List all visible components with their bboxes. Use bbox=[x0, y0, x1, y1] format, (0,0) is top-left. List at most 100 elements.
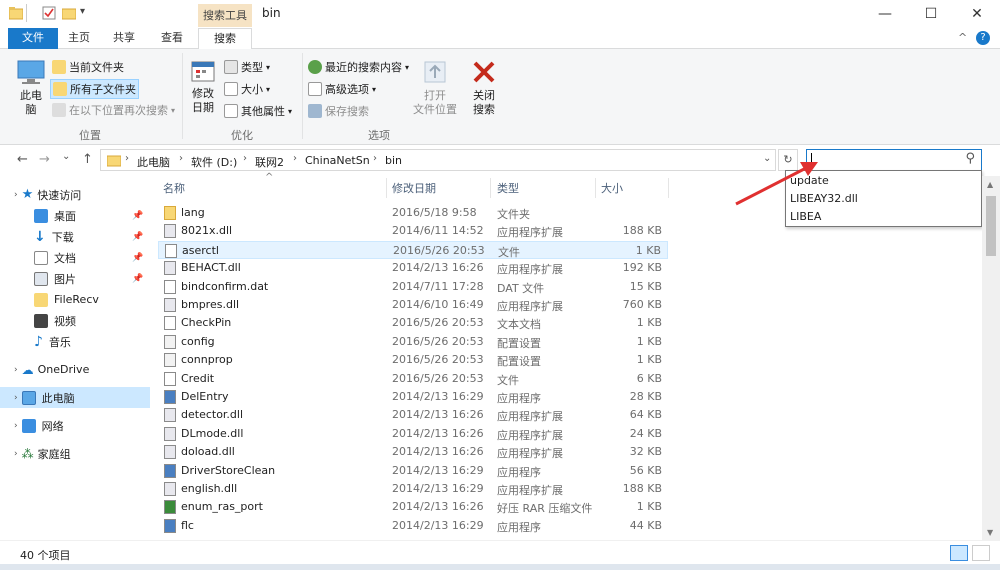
file-row[interactable]: lang 2016/5/18 9:58 文件夹 bbox=[158, 204, 668, 222]
options-group-label: 选项 bbox=[368, 129, 390, 142]
file-row[interactable]: doload.dll 2014/2/13 16:26 应用程序扩展 32 KB bbox=[158, 443, 668, 461]
file-row[interactable]: 8021x.dll 2014/6/11 14:52 应用程序扩展 188 KB bbox=[158, 222, 668, 240]
save-search-button[interactable]: 保存搜索 bbox=[308, 103, 369, 119]
file-row[interactable]: detector.dll 2014/2/13 16:26 应用程序扩展 64 KB bbox=[158, 406, 668, 424]
file-row[interactable]: Credit 2016/5/26 20:53 文件 6 KB bbox=[158, 370, 668, 388]
column-header-size[interactable]: 大小 bbox=[601, 180, 623, 196]
navigation-pane: › ★ 快速访问 桌面 📌 ↓ 下载 📌 文档 📌 图片 📌 FileRecv … bbox=[0, 176, 152, 540]
pin-icon[interactable]: 📌 bbox=[132, 232, 143, 242]
sidebar-item-music[interactable]: ♪ 音乐 bbox=[0, 331, 150, 352]
breadcrumb-drive[interactable]: 软件 (D:) bbox=[191, 154, 237, 170]
current-folder-button[interactable]: 当前文件夹 bbox=[52, 59, 124, 75]
sidebar-item-documents[interactable]: 文档 📌 bbox=[0, 247, 150, 268]
sidebar-item-homegroup[interactable]: › ⁂ 家庭组 bbox=[0, 443, 150, 464]
tab-search[interactable]: 搜索 bbox=[198, 28, 252, 50]
file-type: 应用程序扩展 bbox=[497, 226, 563, 240]
search-again-icon bbox=[52, 103, 66, 117]
sidebar-item-desktop[interactable]: 桌面 📌 bbox=[0, 205, 150, 226]
close-button[interactable]: ✕ bbox=[954, 0, 1000, 28]
scroll-up-icon[interactable]: ▲ bbox=[987, 180, 993, 189]
up-button[interactable]: ↑ bbox=[82, 152, 93, 167]
scroll-down-icon[interactable]: ▼ bbox=[987, 528, 993, 537]
file-date: 2016/5/26 20:53 bbox=[392, 371, 484, 385]
all-subfolders-label: 所有子文件夹 bbox=[70, 83, 136, 96]
kind-button[interactable]: 类型 ▾ bbox=[224, 59, 270, 75]
breadcrumb-this-pc[interactable]: 此电脑 bbox=[137, 154, 170, 170]
search-icon[interactable]: ⚲ bbox=[965, 151, 975, 166]
file-row[interactable]: BEHACT.dll 2014/2/13 16:26 应用程序扩展 192 KB bbox=[158, 259, 668, 277]
open-file-location-button[interactable]: 打开 文件位置 bbox=[412, 59, 458, 117]
details-view-icon[interactable] bbox=[950, 545, 968, 561]
close-search-button[interactable]: 关闭 搜索 bbox=[466, 59, 502, 117]
column-divider[interactable] bbox=[490, 178, 491, 198]
column-divider[interactable] bbox=[386, 178, 387, 198]
dll-icon bbox=[164, 482, 176, 496]
file-row[interactable]: DelEntry 2014/2/13 16:29 应用程序 28 KB bbox=[158, 388, 668, 406]
collapse-ribbon-button[interactable]: ^ bbox=[958, 31, 967, 44]
pin-icon[interactable]: 📌 bbox=[132, 274, 143, 284]
file-row[interactable]: DLmode.dll 2014/2/13 16:26 应用程序扩展 24 KB bbox=[158, 425, 668, 443]
pin-icon[interactable]: 📌 bbox=[132, 211, 143, 221]
date-modified-button[interactable]: 修改 日期 bbox=[186, 59, 220, 115]
file-row[interactable]: DriverStoreClean 2014/2/13 16:29 应用程序 56 KB bbox=[158, 462, 668, 480]
advanced-options-label: 高级选项 bbox=[325, 83, 369, 96]
file-size: 188 KB bbox=[622, 482, 662, 495]
new-folder-icon[interactable] bbox=[61, 6, 77, 20]
ribbon: 此电 脑 当前文件夹 所有子文件夹 在以下位置再次搜索 ▾ 位置 修改 日期 类… bbox=[0, 49, 1000, 145]
sidebar-item-pictures[interactable]: 图片 📌 bbox=[0, 268, 150, 289]
file-row[interactable]: english.dll 2014/2/13 16:29 应用程序扩展 188 KB bbox=[158, 480, 668, 498]
address-bar[interactable]: › 此电脑 › 软件 (D:) › 联网2 › ChinaNetSn › bin… bbox=[100, 149, 776, 171]
pin-icon[interactable]: 📌 bbox=[132, 253, 143, 263]
column-divider[interactable] bbox=[595, 178, 596, 198]
breadcrumb-folder-2[interactable]: ChinaNetSn bbox=[305, 154, 370, 167]
maximize-button[interactable]: ☐ bbox=[908, 0, 954, 28]
forward-button[interactable]: → bbox=[39, 152, 50, 167]
file-row[interactable]: bmpres.dll 2014/6/10 16:49 应用程序扩展 760 KB bbox=[158, 296, 668, 314]
file-row[interactable]: bindconfirm.dat 2014/7/11 17:28 DAT 文件 15 K… bbox=[158, 278, 668, 296]
advanced-options-button[interactable]: 高级选项 ▾ bbox=[308, 81, 376, 97]
size-button[interactable]: 大小 ▾ bbox=[224, 81, 270, 97]
column-divider[interactable] bbox=[668, 178, 669, 198]
breadcrumb-folder-1[interactable]: 联网2 bbox=[255, 154, 284, 170]
back-button[interactable]: ← bbox=[17, 152, 28, 167]
tab-file[interactable]: 文件 bbox=[8, 28, 58, 49]
sidebar-item-onedrive[interactable]: › ☁ OneDrive bbox=[0, 359, 150, 380]
tab-home[interactable]: 主页 bbox=[62, 28, 96, 49]
file-name: Credit bbox=[181, 371, 215, 385]
file-row[interactable]: aserctl 2016/5/26 20:53 文件 1 KB bbox=[158, 240, 668, 260]
column-header-name[interactable]: 名称 bbox=[163, 180, 185, 196]
sidebar-item-videos[interactable]: 视频 bbox=[0, 310, 150, 331]
file-row[interactable]: flc 2014/2/13 16:29 应用程序 44 KB bbox=[158, 517, 668, 535]
sidebar-item-this-pc[interactable]: › 此电脑 bbox=[0, 387, 150, 408]
column-header-date[interactable]: 修改日期 bbox=[392, 180, 436, 196]
tab-share[interactable]: 共享 bbox=[106, 28, 142, 49]
column-header-type[interactable]: 类型 bbox=[497, 180, 519, 196]
onedrive-icon: ☁ bbox=[21, 362, 34, 377]
minimize-button[interactable]: — bbox=[862, 0, 908, 28]
search-again-button[interactable]: 在以下位置再次搜索 ▾ bbox=[52, 102, 175, 118]
this-pc-button[interactable]: 此电 脑 bbox=[12, 59, 50, 117]
tab-view[interactable]: 查看 bbox=[152, 28, 192, 49]
vertical-scrollbar[interactable]: ▲ ▼ bbox=[982, 176, 1000, 540]
large-icons-view-icon[interactable] bbox=[972, 545, 990, 561]
file-row[interactable]: enum_ras_port 2014/2/13 16:26 好压 RAR 压缩文件 1… bbox=[158, 498, 668, 516]
breadcrumb-current[interactable]: bin bbox=[385, 154, 402, 167]
file-row[interactable]: config 2016/5/26 20:53 配置设置 1 KB bbox=[158, 333, 668, 351]
sidebar-item-quick-access[interactable]: › ★ 快速访问 bbox=[0, 184, 150, 205]
all-subfolders-button[interactable]: 所有子文件夹 bbox=[50, 79, 139, 99]
scrollbar-thumb[interactable] bbox=[986, 196, 996, 256]
properties-icon[interactable] bbox=[42, 6, 56, 20]
this-pc-icon bbox=[21, 390, 36, 405]
sidebar-item-network[interactable]: › 网络 bbox=[0, 415, 150, 436]
recent-searches-button[interactable]: 最近的搜索内容 ▾ bbox=[308, 59, 409, 75]
sidebar-item-downloads[interactable]: ↓ 下载 📌 bbox=[0, 226, 150, 247]
qat-customize-icon[interactable]: ▾ bbox=[80, 6, 85, 17]
recent-locations-button[interactable]: ⌄ bbox=[62, 151, 70, 162]
sidebar-item-filerecv[interactable]: FileRecv bbox=[0, 289, 150, 310]
other-properties-button[interactable]: 其他属性 ▾ bbox=[224, 103, 292, 119]
help-button[interactable]: ? bbox=[976, 31, 990, 45]
file-row[interactable]: CheckPin 2016/5/26 20:53 文本文档 1 KB bbox=[158, 314, 668, 332]
suggestion-item[interactable]: LIBEA bbox=[790, 210, 821, 227]
search-box[interactable]: ⚲ bbox=[806, 149, 982, 171]
file-row[interactable]: connprop 2016/5/26 20:53 配置设置 1 KB bbox=[158, 351, 668, 369]
